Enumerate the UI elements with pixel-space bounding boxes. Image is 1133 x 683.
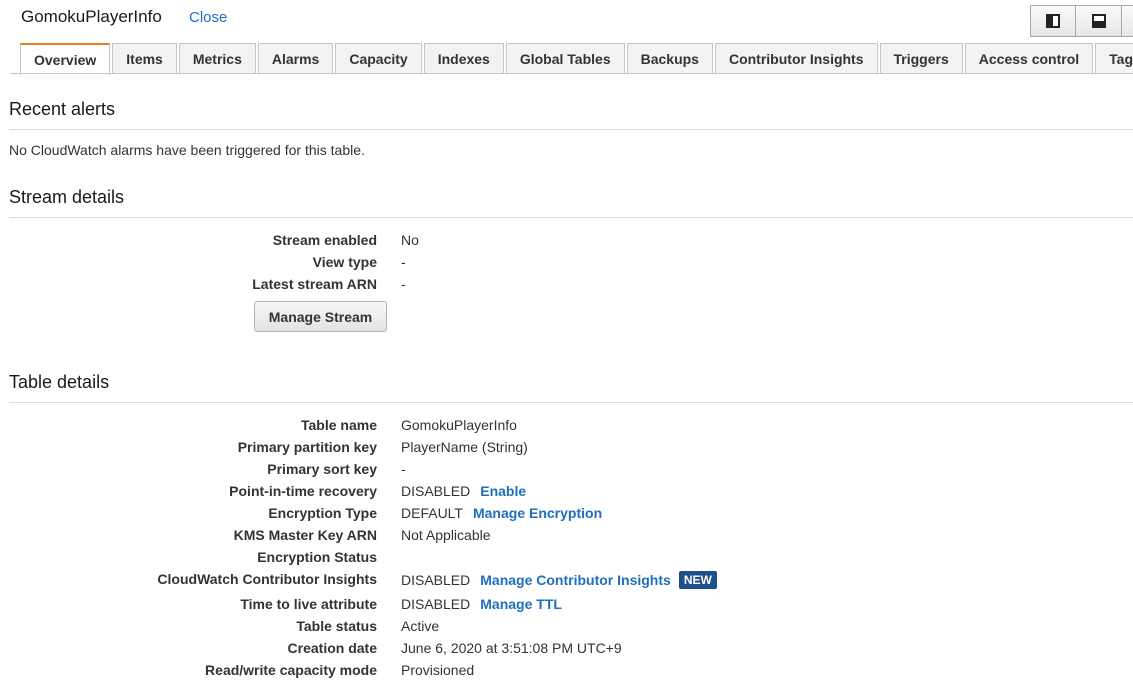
tab-tags[interactable]: Tags — [1095, 43, 1133, 74]
section-divider — [9, 129, 1133, 130]
section-divider — [9, 217, 1133, 218]
split-horizontal-button[interactable] — [1076, 5, 1122, 37]
new-badge: NEW — [678, 571, 717, 589]
manage-encryption-link[interactable]: Manage Encryption — [473, 505, 602, 521]
header: GomokuPlayerInfo Close — [0, 0, 1133, 40]
tab-indexes[interactable]: Indexes — [423, 43, 504, 74]
section-divider — [9, 402, 1133, 403]
tab-alarms[interactable]: Alarms — [257, 43, 334, 74]
encryption-type-label: Encryption Type — [268, 505, 377, 521]
contributor-insights-value: DISABLED Manage Contributor Insights NEW — [401, 571, 717, 589]
fullscreen-button[interactable] — [1122, 5, 1133, 37]
partition-key-label: Primary partition key — [237, 439, 377, 455]
split-vertical-icon — [1046, 14, 1060, 28]
creation-date-label: Creation date — [287, 640, 377, 656]
creation-date-text: June 6, 2020 at 3:51:08 PM UTC+9 — [401, 640, 622, 656]
manage-stream-button[interactable]: Manage Stream — [254, 301, 387, 332]
capacity-mode-value: Provisioned — [401, 662, 474, 678]
view-type-label: View type — [312, 254, 377, 270]
table-status-text: Active — [401, 618, 440, 634]
table-name-text: GomokuPlayerInfo — [401, 417, 517, 433]
kms-key-arn-text: Not Applicable — [401, 527, 491, 543]
table-details-heading: Table details — [9, 372, 110, 392]
tab-bar: Overview Items Metrics Alarms Capacity I… — [20, 43, 1133, 75]
table-status-value: Active — [401, 618, 439, 634]
tab-global-tables[interactable]: Global Tables — [505, 43, 625, 74]
tab-backups[interactable]: Backups — [626, 43, 713, 74]
ttl-status: DISABLED — [401, 596, 471, 612]
dynamodb-table-page: GomokuPlayerInfo Close Overview Items Me… — [0, 0, 1133, 683]
tab-contributor-insights[interactable]: Contributor Insights — [714, 43, 878, 74]
stream-details-heading: Stream details — [9, 187, 125, 207]
ttl-label: Time to live attribute — [240, 596, 377, 612]
tab-metrics[interactable]: Metrics — [178, 43, 256, 74]
sort-key-text: - — [401, 461, 406, 477]
ttl-value: DISABLED Manage TTL — [401, 596, 562, 612]
stream-enabled-value: No — [401, 232, 419, 248]
pitr-value: DISABLED Enable — [401, 483, 526, 499]
tab-overview[interactable]: Overview — [20, 43, 111, 75]
partition-key-value: PlayerName (String) — [401, 439, 528, 455]
view-type-value: - — [401, 254, 406, 270]
tab-divider — [10, 73, 1133, 74]
stream-enabled-label: Stream enabled — [272, 232, 377, 248]
split-horizontal-icon — [1091, 14, 1106, 28]
enable-pitr-link[interactable]: Enable — [480, 483, 526, 499]
tab-capacity[interactable]: Capacity — [335, 43, 422, 74]
kms-key-arn-label: KMS Master Key ARN — [233, 527, 377, 543]
encryption-type-value: DEFAULT Manage Encryption — [401, 505, 602, 521]
view-toggle — [1030, 5, 1133, 37]
table-name-label: Table name — [301, 417, 377, 433]
creation-date-value: June 6, 2020 at 3:51:08 PM UTC+9 — [401, 640, 622, 656]
manage-ttl-link[interactable]: Manage TTL — [480, 596, 562, 612]
no-alarms-message: No CloudWatch alarms have been triggered… — [9, 142, 365, 158]
tab-items[interactable]: Items — [112, 43, 177, 74]
manage-contributor-insights-link[interactable]: Manage Contributor Insights — [480, 572, 671, 588]
latest-stream-arn-text: - — [401, 276, 406, 292]
table-title: GomokuPlayerInfo — [21, 7, 162, 26]
latest-stream-arn-value: - — [401, 276, 406, 292]
encryption-type-text: DEFAULT — [401, 505, 463, 521]
table-status-label: Table status — [296, 618, 377, 634]
capacity-mode-text: Provisioned — [401, 662, 475, 678]
sort-key-value: - — [401, 461, 406, 477]
contributor-insights-status: DISABLED — [401, 572, 471, 588]
tab-access-control[interactable]: Access control — [964, 43, 1094, 74]
table-name-value: GomokuPlayerInfo — [401, 417, 517, 433]
contributor-insights-label: CloudWatch Contributor Insights — [157, 571, 377, 587]
latest-stream-arn-label: Latest stream ARN — [252, 276, 377, 292]
stream-enabled-text: No — [401, 232, 419, 248]
kms-key-arn-value: Not Applicable — [401, 527, 491, 543]
pitr-status: DISABLED — [401, 483, 471, 499]
view-type-text: - — [401, 254, 406, 270]
close-link[interactable]: Close — [189, 9, 227, 26]
sort-key-label: Primary sort key — [267, 461, 377, 477]
tab-triggers[interactable]: Triggers — [879, 43, 963, 74]
pitr-label: Point-in-time recovery — [229, 483, 377, 499]
capacity-mode-label: Read/write capacity mode — [205, 662, 377, 678]
partition-key-text: PlayerName (String) — [401, 439, 528, 455]
split-vertical-button[interactable] — [1030, 5, 1076, 37]
recent-alerts-heading: Recent alerts — [9, 99, 116, 119]
encryption-status-label: Encryption Status — [257, 549, 377, 565]
